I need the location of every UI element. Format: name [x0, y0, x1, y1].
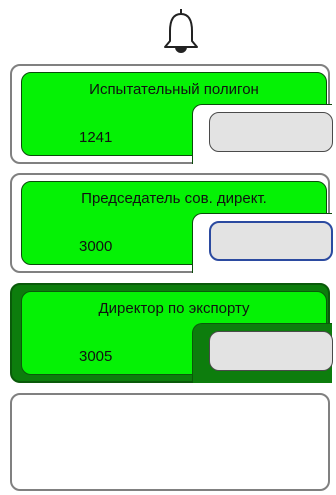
card-input-field[interactable] [209, 112, 333, 152]
card-title: Испытательный полигон [89, 81, 259, 98]
card-4-empty[interactable] [10, 393, 330, 491]
card-1[interactable]: Испытательный полигон 1241 [10, 64, 333, 164]
card-input-field[interactable] [209, 331, 333, 371]
bell-icon [164, 9, 198, 53]
card-2[interactable]: Председатель сов. директ. 3000 [10, 173, 333, 273]
card-title: Председатель сов. директ. [81, 190, 267, 207]
card-code: 1241 [79, 129, 113, 146]
card-code: 3000 [79, 238, 113, 255]
card-input-field[interactable] [209, 221, 333, 261]
card-title: Директор по экспорту [98, 300, 250, 317]
card-3[interactable]: Директор по экспорту 3005 [10, 283, 333, 383]
card-code: 3005 [79, 348, 113, 365]
